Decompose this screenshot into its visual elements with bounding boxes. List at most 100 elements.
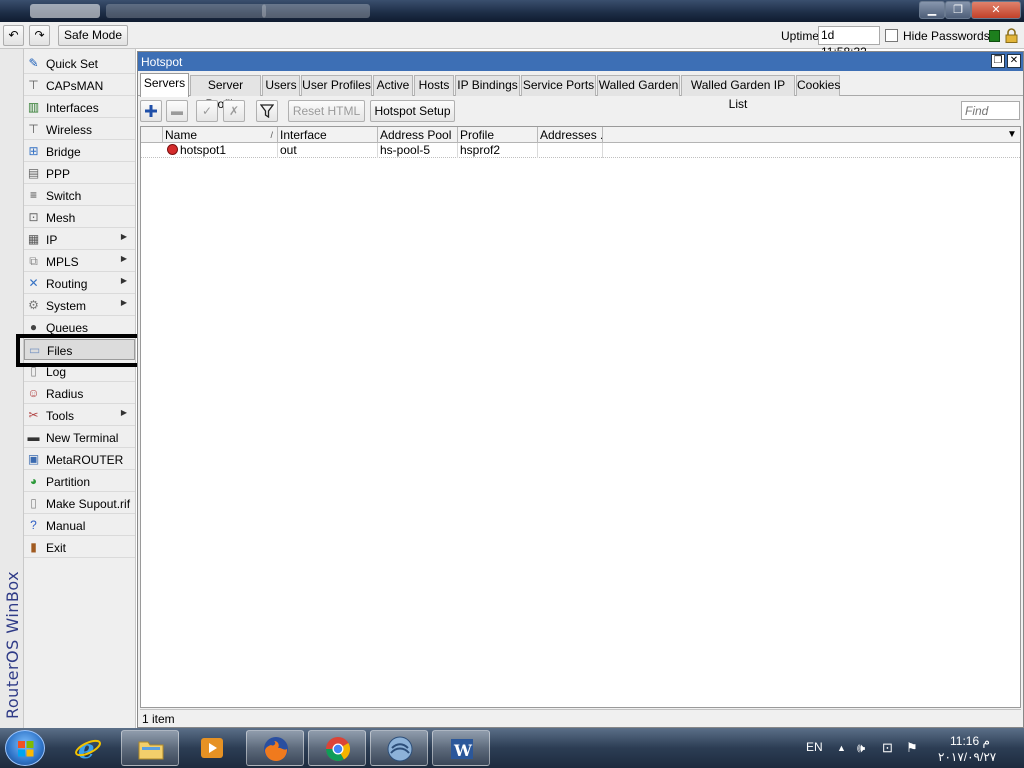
tab-ip-bindings[interactable]: IP Bindings (455, 75, 520, 96)
terminal-icon: ▬ (27, 430, 40, 444)
restore-button[interactable]: ❐ (945, 1, 971, 19)
sidebar-menu: ✎ Quick Set ⊤ CAPsMAN ▥ Interfaces ⊤ Wireless ⊞ B… (24, 49, 136, 728)
sidebar-item-mesh[interactable]: ⊡ Mesh (24, 207, 135, 228)
sidebar-item-new-terminal[interactable]: ▬ New Terminal (24, 427, 135, 448)
input-language[interactable]: EN (806, 740, 823, 754)
taskbar-ie[interactable]: e (59, 730, 117, 766)
start-button[interactable] (5, 730, 45, 766)
servers-table: Name / Interface Address Pool Profile Address… (140, 126, 1021, 708)
filter-button[interactable] (256, 100, 278, 122)
sidebar-item-ppp[interactable]: ▤ PPP (24, 163, 135, 184)
column-header-address-pool[interactable]: Address Pool (378, 127, 458, 143)
sidebar-item-metarouter[interactable]: ▣ MetaROUTER (24, 449, 135, 470)
chrome-icon (326, 737, 351, 762)
sidebar-item-switch[interactable]: ≡ Switch (24, 185, 135, 206)
tab-active[interactable]: Active (373, 75, 413, 96)
brand-strip: RouterOS WinBox (0, 49, 24, 728)
column-marker (141, 127, 163, 143)
sidebar-item-routing[interactable]: ✕ Routing ▶ (24, 273, 135, 294)
sidebar-item-capsman[interactable]: ⊤ CAPsMAN (24, 75, 135, 96)
sidebar-item-manual[interactable]: ? Manual (24, 515, 135, 536)
action-center-icon[interactable]: ⚑ (906, 740, 918, 756)
redo-button[interactable]: ↷ (29, 25, 50, 46)
sidebar-item-interfaces[interactable]: ▥ Interfaces (24, 97, 135, 118)
tray-expand-icon[interactable]: ▲ (837, 743, 846, 753)
supout-icon: ▯ (30, 496, 37, 510)
column-header-label: Profile (460, 128, 495, 142)
column-header-addresses[interactable]: Addresses ... (538, 127, 603, 143)
safe-mode-button[interactable]: Safe Mode (58, 25, 128, 46)
tab-walled-garden[interactable]: Walled Garden (597, 75, 680, 96)
word-icon: W (451, 739, 473, 760)
check-icon: ✓ (201, 104, 213, 118)
taskbar-media-player[interactable] (183, 730, 241, 766)
cell-interface: out (278, 143, 378, 158)
system-icon: ⚙ (28, 298, 39, 312)
sidebar-item-mpls[interactable]: ⧉ MPLS ▶ (24, 251, 135, 272)
hotspot-setup-button[interactable]: Hotspot Setup (370, 100, 455, 122)
queues-icon: ● (29, 320, 38, 334)
remove-button[interactable]: ▬ (166, 100, 188, 122)
tab-walled-garden-ip-list[interactable]: Walled Garden IP List (681, 75, 795, 111)
clock-date[interactable]: ٢٠١٧/٠٩/٢٧ (938, 750, 996, 764)
sidebar-item-wireless[interactable]: ⊤ Wireless (24, 119, 135, 140)
volume-icon[interactable]: 🕪 (857, 740, 865, 756)
undo-button[interactable]: ↶ (3, 25, 24, 46)
tab-user-profiles[interactable]: User Profiles (301, 75, 372, 96)
add-button[interactable] (140, 100, 162, 122)
table-row[interactable]: hotspot1 out hs-pool-5 hsprof2 (141, 143, 1020, 158)
sidebar-item-label: CAPsMAN (46, 79, 104, 93)
connection-status-icon (989, 30, 1000, 42)
mesh-icon: ⊡ (28, 210, 39, 224)
sidebar-item-partition[interactable]: ◕ Partition (24, 471, 135, 492)
minimize-button[interactable]: ▁ (919, 1, 945, 19)
redo-icon: ↷ (34, 28, 45, 42)
hotspot-server-icon (167, 144, 178, 155)
tab-servers[interactable]: Servers (140, 73, 189, 97)
taskbar-explorer[interactable] (121, 730, 179, 766)
window-restore-button[interactable]: ❐ (991, 54, 1005, 68)
sidebar-item-radius[interactable]: ☺ Radius (24, 383, 135, 404)
column-header-interface[interactable]: Interface (278, 127, 378, 143)
sidebar-item-ip[interactable]: ▦ IP ▶ (24, 229, 135, 250)
tab-cookies[interactable]: Cookies (796, 75, 840, 96)
tab-hosts[interactable]: Hosts (414, 75, 454, 96)
clock-time[interactable]: 11:16 م (950, 734, 990, 748)
column-header-name[interactable]: Name / (163, 127, 278, 143)
taskbar-word[interactable]: W (432, 730, 490, 766)
sidebar-item-make-supout-rif[interactable]: ▯ Make Supout.rif (24, 493, 135, 514)
sidebar-item-bridge[interactable]: ⊞ Bridge (24, 141, 135, 162)
status-bar: 1 item (140, 709, 1021, 726)
sidebar-item-label: Mesh (46, 211, 76, 225)
window-close-button[interactable]: ✕ (1007, 54, 1021, 68)
sidebar-item-exit[interactable]: ▮ Exit (24, 537, 135, 558)
exit-icon: ▮ (30, 540, 37, 554)
filter-icon (259, 104, 275, 119)
title-blur (262, 4, 370, 18)
table-header: Name / Interface Address Pool Profile Address… (141, 127, 1020, 143)
undo-icon: ↶ (8, 28, 19, 42)
hide-passwords-checkbox[interactable] (885, 29, 898, 42)
close-button[interactable]: ✕ (971, 1, 1021, 19)
taskbar-firefox[interactable] (246, 730, 304, 766)
disable-button[interactable]: ✗ (223, 100, 245, 122)
sidebar-item-quick-set[interactable]: ✎ Quick Set (24, 53, 135, 74)
lock-icon (1005, 28, 1018, 43)
tab-service-ports[interactable]: Service Ports (521, 75, 596, 96)
taskbar-chrome[interactable] (308, 730, 366, 766)
reset-html-button[interactable]: Reset HTML (288, 100, 365, 122)
column-chooser-icon[interactable]: ▼ (1004, 127, 1020, 143)
submenu-arrow-icon: ▶ (120, 298, 127, 307)
sidebar-item-system[interactable]: ⚙ System ▶ (24, 295, 135, 316)
uptime-value: 1d 11:58:32 (818, 26, 880, 59)
network-icon[interactable]: ⊡ (882, 740, 893, 756)
enable-button[interactable]: ✓ (196, 100, 218, 122)
column-header-profile[interactable]: Profile (458, 127, 538, 143)
tab-server-profiles[interactable]: Server Profiles (190, 75, 261, 111)
find-input[interactable] (961, 101, 1020, 120)
tab-users[interactable]: Users (262, 75, 300, 96)
sidebar-item-tools[interactable]: ✂ Tools ▶ (24, 405, 135, 426)
taskbar: e W EN ▲ 🕪 ⊡ ⚑ 11:16 م ٢٠١٧/٠٩/٢٧ (0, 728, 1024, 768)
taskbar-winbox[interactable] (370, 730, 428, 766)
title-blur (106, 4, 266, 18)
